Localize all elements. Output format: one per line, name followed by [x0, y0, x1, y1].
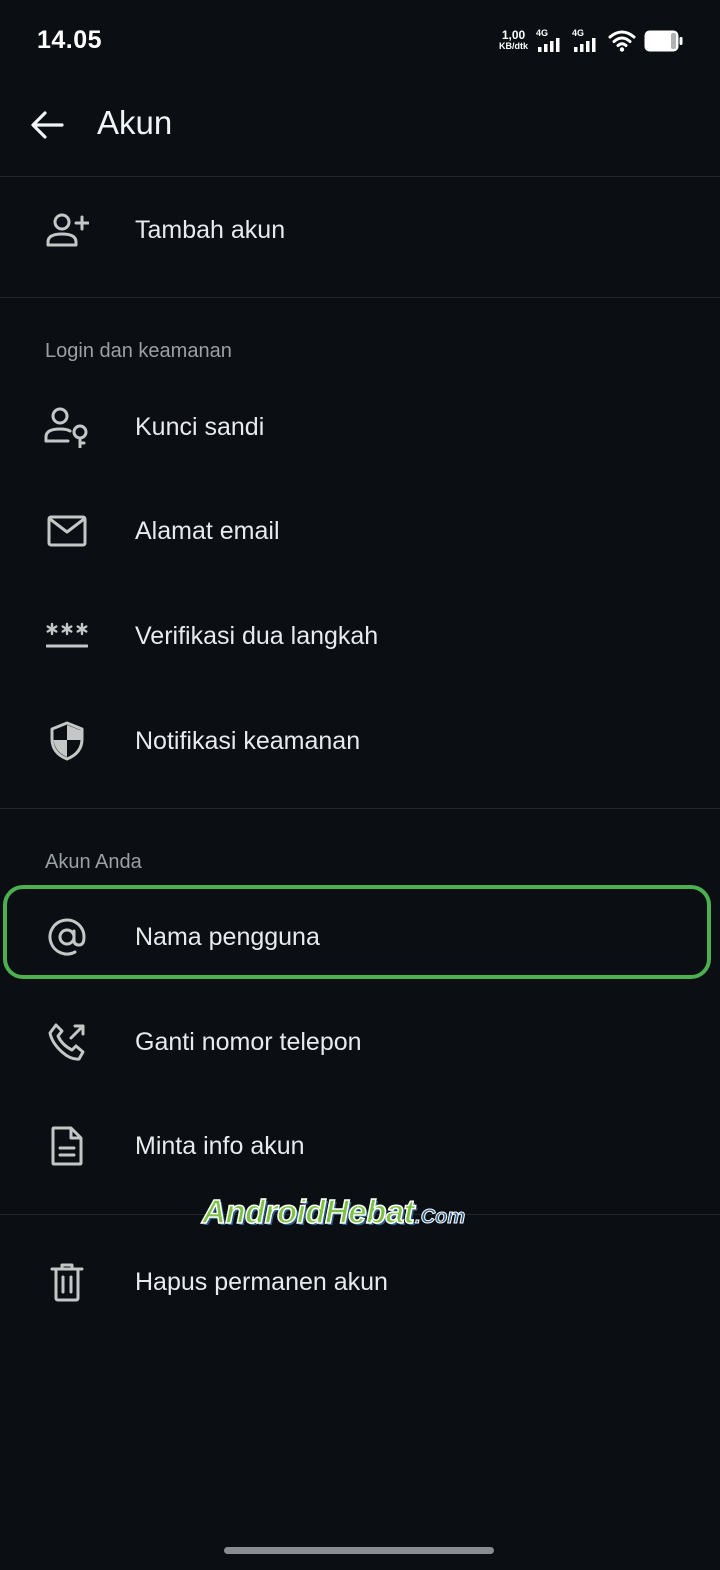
status-bar: 14.05 1,00 KB/dtk 4G 4G: [0, 0, 720, 80]
menu-item-email[interactable]: Alamat email: [0, 486, 720, 576]
divider: [0, 176, 720, 177]
status-icons: 1,00 KB/dtk 4G 4G: [499, 26, 684, 56]
menu-item-security-notifications[interactable]: Notifikasi keamanan: [0, 696, 720, 786]
document-icon: [51, 1126, 83, 1166]
section-header-your-account: Akun Anda: [45, 851, 142, 873]
wifi-icon: [608, 30, 636, 52]
app-bar: Akun: [0, 80, 720, 176]
divider: [0, 808, 720, 809]
menu-item-label: Hapus permanen akun: [135, 1267, 388, 1296]
menu-item-label: Notifikasi keamanan: [135, 726, 361, 755]
menu-item-label: Verifikasi dua langkah: [135, 621, 379, 650]
person-add-icon: [46, 213, 89, 247]
trash-icon: [50, 1263, 84, 1302]
menu-item-label: Kunci sandi: [135, 412, 265, 441]
arrow-back-icon: [31, 111, 64, 139]
network-speed-value: 1,00: [501, 28, 526, 42]
sim1-signal-icon: 4G: [536, 28, 564, 54]
sim2-network-type: 4G: [572, 28, 585, 38]
status-time: 14.05: [37, 26, 103, 54]
menu-item-request-account-info[interactable]: Minta info akun: [0, 1101, 720, 1191]
page-title: Akun: [97, 104, 173, 141]
section-header-security: Login dan keamanan: [45, 340, 232, 362]
menu-item-label: Tambah akun: [135, 215, 286, 244]
person-key-icon: [44, 407, 88, 448]
account-settings-screen: 14.05 1,00 KB/dtk 4G 4G Akun Tambah akun…: [0, 0, 720, 1570]
menu-item-add-account[interactable]: Tambah akun: [0, 185, 720, 275]
watermark-suffix: .Com: [415, 1206, 466, 1229]
password-icon: [46, 622, 88, 648]
menu-item-label: Alamat email: [135, 516, 280, 545]
menu-item-change-number[interactable]: Ganti nomor telepon: [0, 997, 720, 1087]
battery-icon: [644, 30, 683, 52]
network-speed: 1,00 KB/dtk: [499, 28, 528, 52]
phone-forwarded-icon: [48, 1023, 85, 1061]
back-button[interactable]: [26, 104, 68, 146]
menu-item-label: Ganti nomor telepon: [135, 1027, 362, 1056]
mail-icon: [47, 515, 87, 547]
menu-item-delete-account[interactable]: Hapus permanen akun: [0, 1237, 720, 1327]
gesture-navigation-bar[interactable]: [224, 1547, 494, 1554]
watermark-logo: AndroidHebat .Com: [201, 1192, 466, 1233]
divider: [0, 297, 720, 298]
watermark-text: AndroidHebat: [201, 1192, 415, 1231]
network-speed-unit: KB/dtk: [499, 41, 528, 51]
sim2-signal-icon: 4G: [572, 28, 600, 54]
menu-item-two-step-verification[interactable]: Verifikasi dua langkah: [0, 591, 720, 681]
highlight-frame: [3, 885, 711, 979]
menu-item-label: Minta info akun: [135, 1131, 305, 1160]
sim1-network-type: 4G: [536, 28, 549, 38]
shield-icon: [50, 721, 84, 761]
menu-item-passkey[interactable]: Kunci sandi: [0, 382, 720, 472]
